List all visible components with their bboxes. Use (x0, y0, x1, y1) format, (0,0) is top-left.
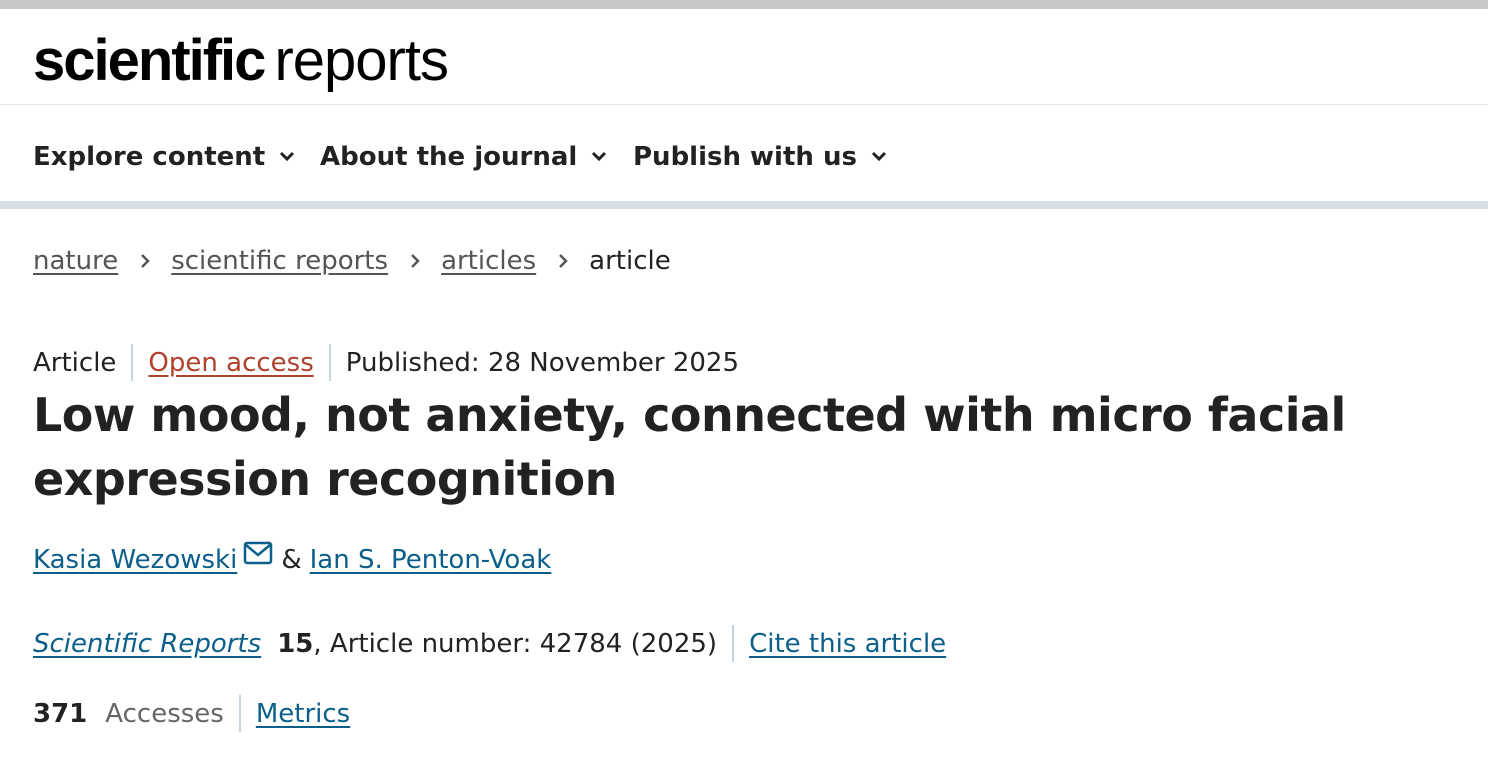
nav-divider (0, 201, 1488, 209)
author-separator: & (281, 545, 302, 575)
nav-about-the-journal[interactable]: About the journal (320, 142, 609, 172)
article-number: , Article number: 42784 (2025) (313, 628, 718, 659)
author-link[interactable]: Ian S. Penton-Voak (310, 545, 552, 575)
nav-label: About the journal (320, 142, 578, 172)
nav-label: Publish with us (633, 142, 857, 172)
meta-divider (131, 344, 134, 381)
chevron-down-icon (871, 151, 887, 162)
article-meta: Article Open access Published: 28 Novemb… (33, 344, 739, 381)
meta-divider (328, 344, 331, 381)
article-type: Article (33, 347, 117, 378)
breadcrumb-current: article (589, 246, 671, 276)
main-nav: Explore content About the journal Publis… (0, 105, 1488, 201)
accesses-count: 371 (33, 698, 88, 729)
chevron-right-icon (559, 254, 568, 268)
breadcrumb-articles[interactable]: articles (441, 246, 536, 276)
citation-line: Scientific Reports 15 , Article number: … (33, 625, 946, 662)
chevron-right-icon (411, 254, 420, 268)
email-icon[interactable] (243, 541, 273, 565)
metrics-divider (238, 695, 241, 732)
nav-label: Explore content (33, 142, 266, 172)
breadcrumb-scientific-reports[interactable]: scientific reports (171, 246, 388, 276)
metrics-link[interactable]: Metrics (256, 699, 350, 729)
volume-number: 15 (277, 628, 314, 659)
chevron-down-icon (592, 151, 607, 162)
logo-light-text: reports (274, 28, 449, 93)
chevron-down-icon (280, 151, 295, 162)
logo-bold-text: scientific (33, 28, 266, 93)
chevron-right-icon (141, 254, 150, 268)
article-metrics: 371 Accesses Metrics (33, 695, 350, 732)
citation-divider (732, 625, 735, 662)
journal-logo[interactable]: scientific reports (33, 28, 449, 93)
top-bar (0, 0, 1488, 9)
article-title: Low mood, not anxiety, connected with mi… (33, 388, 1346, 506)
cite-this-article-link[interactable]: Cite this article (749, 629, 946, 659)
published-date: Published: 28 November 2025 (345, 347, 739, 378)
nav-publish-with-us[interactable]: Publish with us (633, 142, 889, 172)
breadcrumb: nature scientific reports articles artic… (33, 246, 671, 276)
journal-link[interactable]: Scientific Reports (33, 629, 261, 659)
breadcrumb-nature[interactable]: nature (33, 246, 118, 276)
site-header: scientific reports (0, 9, 1488, 105)
accesses-label: Accesses (105, 698, 224, 729)
author-link[interactable]: Kasia Wezowski (33, 545, 237, 575)
nav-explore-content[interactable]: Explore content (33, 142, 297, 172)
author-list: Kasia Wezowski & Ian S. Penton-Voak (33, 541, 552, 575)
open-access-link[interactable]: Open access (148, 348, 313, 378)
